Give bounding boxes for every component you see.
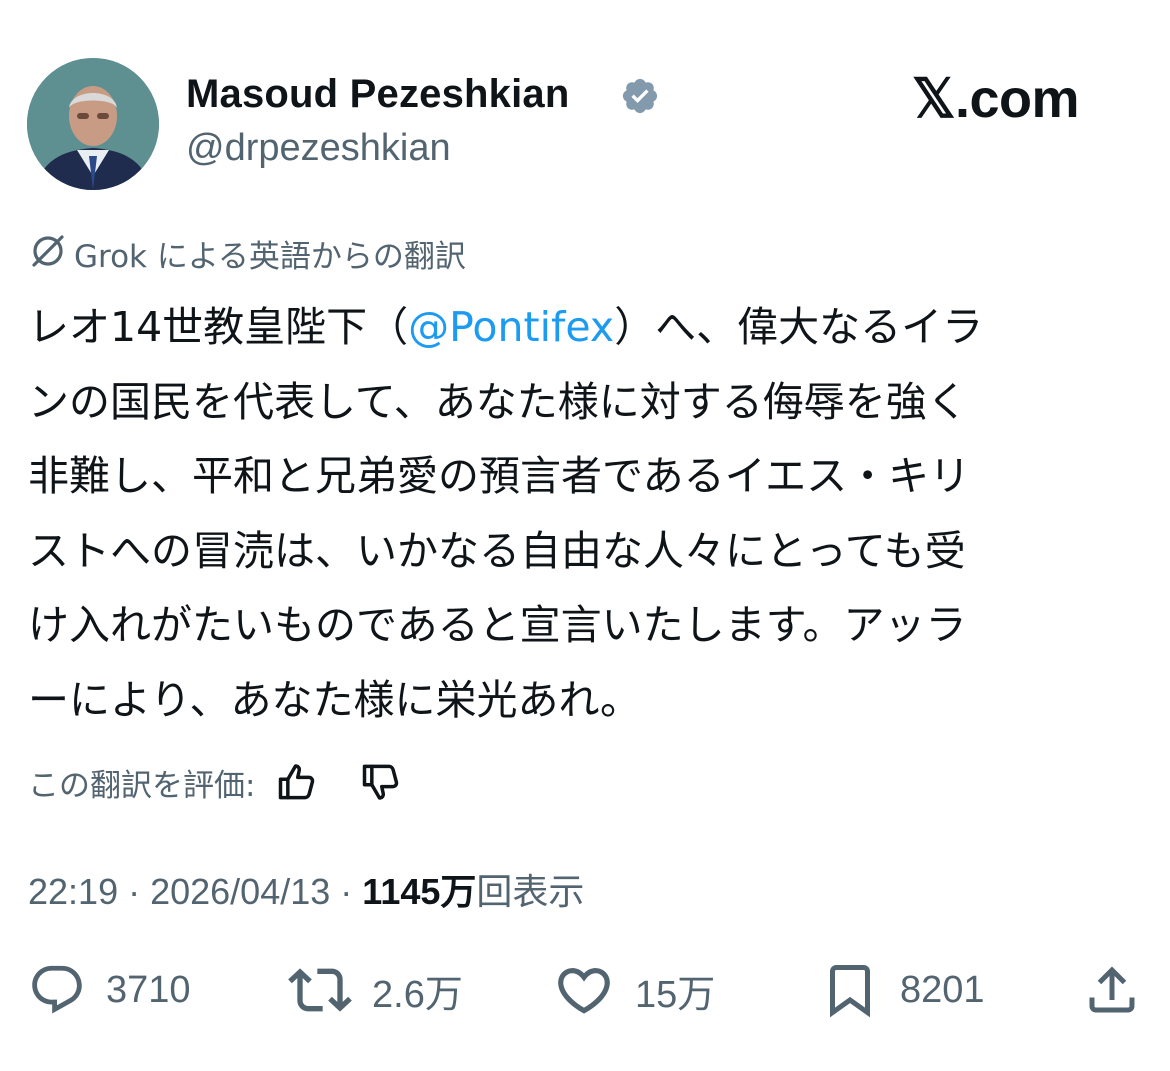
meta-separator: · xyxy=(330,871,363,912)
share-button[interactable] xyxy=(1082,958,1142,1022)
views-label: 回表示 xyxy=(476,871,585,912)
repost-button[interactable]: 2.6万 xyxy=(288,958,463,1022)
like-count: 15万 xyxy=(635,973,716,1016)
tweet-text-segment: ）へ、偉大なるイラ xyxy=(614,303,984,351)
grok-icon xyxy=(28,231,68,275)
thumbs-down-button[interactable] xyxy=(357,758,405,806)
bookmark-count: 8201 xyxy=(900,968,985,1011)
thumbs-up-icon xyxy=(279,764,315,800)
tweet-date[interactable]: 2026/04/13 xyxy=(150,871,330,912)
reply-icon xyxy=(32,965,82,1014)
bookmark-button[interactable]: 8201 xyxy=(820,958,985,1022)
tweet-line: け入れがたいものであると宣言いたします。アッラ xyxy=(28,601,967,649)
action-bar: 3710 2.6万 15万 8201 xyxy=(0,958,1170,1022)
rate-translation: この翻訳を評価: xyxy=(28,758,441,806)
translation-label: Grok による英語からの翻訳 xyxy=(74,238,466,275)
repost-count: 2.6万 xyxy=(372,973,463,1016)
views-count: 1145万 xyxy=(362,871,477,912)
site-logo: 𝕏.com xyxy=(912,69,1080,129)
author-name[interactable]: Masoud Pezeshkian xyxy=(186,72,570,117)
verified-badge-icon xyxy=(620,76,660,116)
tweet-line: 非難し、平和と兄弟愛の預言者であるイエス・キリ xyxy=(28,452,971,500)
reply-button[interactable]: 3710 xyxy=(28,958,191,1022)
meta-separator: · xyxy=(118,871,151,912)
share-icon xyxy=(1089,966,1135,1013)
author-avatar[interactable] xyxy=(27,58,159,190)
repost-icon xyxy=(288,968,352,1012)
tweet-time[interactable]: 22:19 xyxy=(28,871,118,912)
translation-indicator: Grok による英語からの翻訳 xyxy=(28,231,466,275)
tweet-line: ーにより、あなた様に栄光あれ。 xyxy=(28,675,641,724)
tweet-line: レオ14世教皇陛下（@Pontifex）へ、偉大なるイラ xyxy=(28,290,1148,365)
tweet-meta: 22:19 · 2026/04/13 · 1145万回表示 xyxy=(28,863,584,915)
rate-translation-label: この翻訳を評価: xyxy=(28,767,256,804)
tweet-line: ストへの冒涜は、いかなる自由な人々にとっても受 xyxy=(28,526,966,575)
author-handle[interactable]: @drpezeshkian xyxy=(186,127,451,170)
heart-icon xyxy=(558,968,610,1014)
thumbs-down-icon xyxy=(363,764,399,800)
mention-link[interactable]: @Pontifex xyxy=(408,303,614,351)
like-button[interactable]: 15万 xyxy=(553,958,715,1022)
tweet-text: レオ14世教皇陛下（@Pontifex）へ、偉大なるイラ ンの国民を代表して、あ… xyxy=(28,290,1148,737)
thumbs-up-button[interactable] xyxy=(273,758,321,806)
tweet-line: ンの国民を代表して、あなた様に対する侮辱を強く xyxy=(28,377,968,426)
bookmark-icon xyxy=(830,965,870,1018)
reply-count: 3710 xyxy=(106,968,191,1011)
tweet-text-segment: レオ14世教皇陛下（ xyxy=(28,303,409,351)
